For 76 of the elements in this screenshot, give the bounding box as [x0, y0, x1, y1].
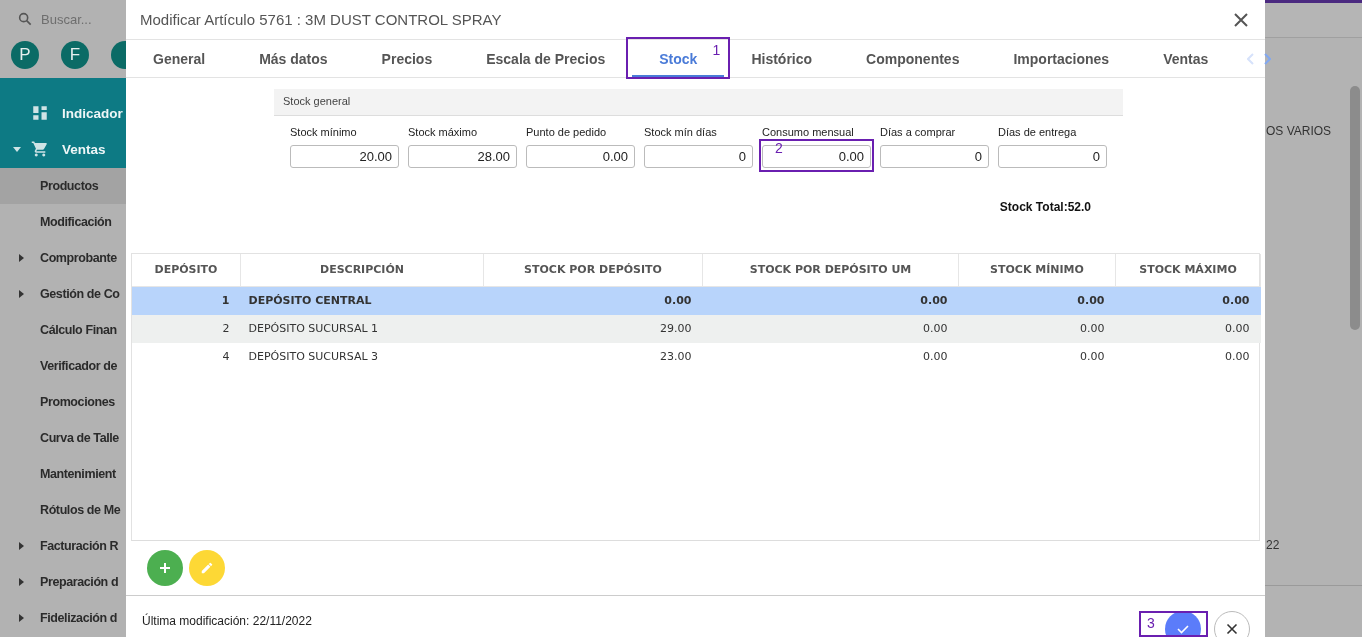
column-header[interactable]: STOCK MÁXIMO: [1115, 253, 1261, 287]
dashboard-icon: [31, 104, 49, 122]
input-field[interactable]: 0: [880, 144, 989, 168]
field-label: Punto de pedido: [526, 125, 608, 138]
scrollbar[interactable]: [1350, 86, 1360, 330]
caret-right-icon: [18, 613, 26, 623]
sidebar-item[interactable]: Mantenimient: [0, 456, 126, 492]
close-icon: [1226, 623, 1238, 635]
tab[interactable]: Importaciones: [986, 40, 1137, 77]
last-modified-text: Última modificación: 22/11/2022: [142, 612, 312, 629]
sidebar-item[interactable]: Modificación: [0, 204, 126, 240]
input-field[interactable]: 0: [644, 144, 753, 168]
caret-right-icon: [18, 289, 26, 299]
caret-down-icon: [12, 144, 22, 154]
annotation-number: 1: [712, 43, 721, 58]
tab[interactable]: General: [126, 40, 233, 77]
table-cell: OS VARIOS: [1266, 124, 1332, 138]
table-cell: 22: [1266, 538, 1280, 552]
caret-right-icon: [18, 253, 26, 263]
sidebar-item[interactable]: Verificador de: [0, 348, 126, 384]
sidebar-item[interactable]: Curva de Talle: [0, 420, 126, 456]
tab[interactable]: Histórico: [724, 40, 840, 77]
edit-button[interactable]: [189, 549, 225, 586]
caret-right-icon: [18, 541, 26, 551]
dialog-title: Modificar Artículo 5761 : 3M DUST CONTROL SPRAY: [140, 11, 502, 29]
sidebar-item[interactable]: Facturación R: [0, 528, 126, 564]
field-label: Consumo mensual: [762, 125, 855, 138]
sidebar-item[interactable]: Productos: [0, 168, 126, 204]
sidebar-item[interactable]: Promociones: [0, 384, 126, 420]
field-label: Stock mínimo: [290, 125, 358, 138]
pencil-icon: [200, 560, 214, 575]
annotation-number: 3: [1147, 616, 1155, 630]
sidebar-item[interactable]: Rótulos de Me: [0, 492, 126, 528]
column-header[interactable]: STOCK POR DEPÓSITO: [483, 253, 703, 287]
stock-total: Stock Total:52.0: [998, 199, 1091, 214]
cart-icon: [31, 140, 49, 158]
section-header: Stock general: [274, 88, 1123, 116]
tab[interactable]: Componentes: [839, 40, 987, 77]
tab[interactable]: Ventas: [1136, 40, 1236, 77]
add-button[interactable]: [147, 549, 183, 586]
search-field[interactable]: Buscar...: [41, 11, 121, 27]
sidebar-item[interactable]: Gestión de Co: [0, 276, 126, 312]
module-item[interactable]: Ventas: [0, 131, 126, 167]
cancel-button[interactable]: [1214, 611, 1250, 637]
chevron-right-icon[interactable]: [1263, 52, 1272, 65]
input-field[interactable]: 0: [998, 144, 1107, 168]
table-row[interactable]: 2 DEPÓSITO SUCURSAL 1 29.00 0.00 0.00 0.00: [132, 314, 1261, 343]
check-icon: [1176, 622, 1190, 636]
avatar[interactable]: F: [61, 41, 89, 69]
field-label: Días de entrega: [998, 125, 1078, 138]
plus-icon: [159, 561, 171, 574]
sidebar-item[interactable]: Cálculo Finan: [0, 312, 126, 348]
input-field[interactable]: 20.00: [290, 144, 399, 168]
search-icon: [17, 11, 33, 27]
tab[interactable]: Precios: [354, 40, 460, 77]
column-header[interactable]: DESCRIPCIÓN: [240, 253, 484, 287]
tab[interactable]: Más datos: [232, 40, 355, 77]
column-header[interactable]: DEPÓSITO: [132, 253, 241, 287]
sidebar-item[interactable]: Preparación d: [0, 564, 126, 600]
column-header[interactable]: STOCK POR DEPÓSITO UM: [702, 253, 959, 287]
close-icon[interactable]: [1233, 11, 1249, 28]
tab[interactable]: Escala de Precios: [459, 40, 633, 77]
avatar[interactable]: P: [11, 41, 39, 69]
sidebar-item[interactable]: Comprobante: [0, 240, 126, 276]
column-header[interactable]: STOCK MÍNIMO: [958, 253, 1116, 287]
input-field[interactable]: 28.00: [408, 144, 517, 168]
table-row[interactable]: 4 DEPÓSITO SUCURSAL 3 23.00 0.00 0.00 0.00: [132, 342, 1261, 371]
field-label: Días a comprar: [880, 125, 957, 138]
tab[interactable]: Stock 1: [632, 40, 725, 77]
table-row[interactable]: 1 DEPÓSITO CENTRAL 0.00 0.00 0.00 0.00: [132, 286, 1261, 315]
input-field[interactable]: 0.00: [526, 144, 635, 168]
sidebar-item[interactable]: Fidelización d: [0, 600, 126, 636]
module-item[interactable]: Indicador: [0, 95, 126, 131]
field-label: Stock máximo: [408, 125, 479, 138]
caret-right-icon: [18, 577, 26, 587]
field-label: Stock mín días: [644, 125, 718, 138]
